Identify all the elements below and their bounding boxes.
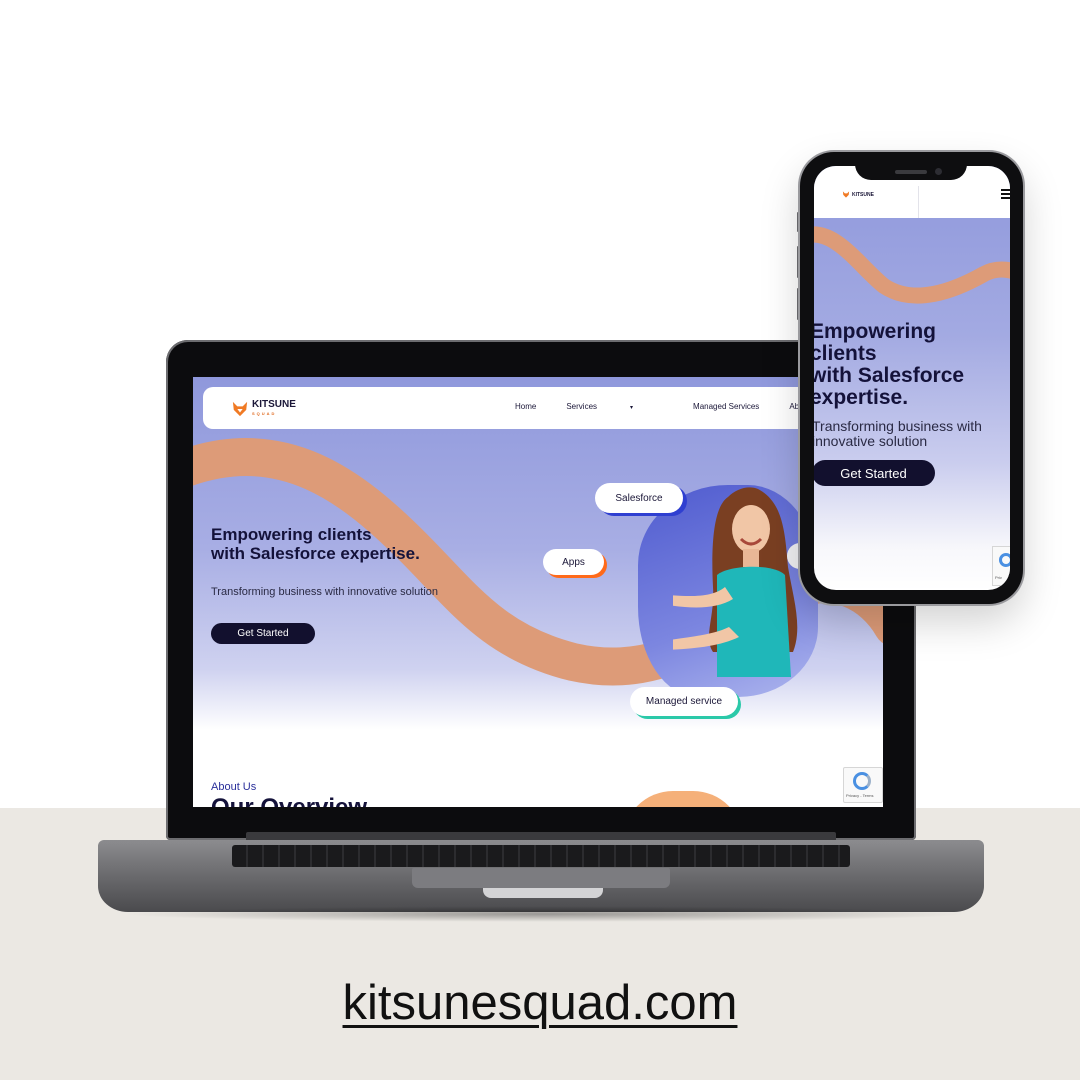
phone-notch [855, 152, 967, 180]
phone-camera [935, 168, 942, 175]
phone-logo[interactable]: KITSUNE [842, 191, 874, 198]
salesforce-pill[interactable]: Salesforce [595, 483, 683, 513]
apps-pill[interactable]: Apps [543, 549, 604, 575]
recaptcha-icon [999, 553, 1010, 567]
laptop-shadow [120, 906, 970, 922]
our-overview-heading: Our Overview [211, 794, 367, 807]
nav-item-services-label: Services [566, 402, 598, 411]
phone-get-started-button[interactable]: Get Started [814, 460, 935, 486]
get-started-button[interactable]: Get Started [211, 623, 315, 644]
nav-item-services[interactable]: Services ▾ [566, 402, 663, 411]
site-navbar: KITSUNE SQUAD Home Services ▾ Managed Ser… [203, 387, 883, 429]
phone-hero-title: Empowering clients with Salesforce exper… [814, 320, 965, 409]
phone-screen: KITSUNE Empowering clients with Salesfor… [814, 166, 1010, 590]
chevron-down-icon: ▾ [630, 405, 634, 411]
recaptcha-terms: Privacy - Terms [846, 793, 874, 798]
about-us-label: About Us [211, 781, 257, 793]
nav-item-managed-services[interactable]: Managed Services [693, 402, 759, 411]
fox-icon [842, 191, 850, 198]
phone-logo-name: KITSUNE [852, 191, 874, 198]
phone-recaptcha-badge[interactable]: Priv [992, 546, 1010, 586]
phone-hero-subtitle: Transforming business with innovative so… [814, 418, 982, 449]
hero-title: Empowering clients with Salesforce exper… [211, 525, 420, 563]
laptop-keyboard [232, 845, 850, 867]
phone-nav-divider [918, 186, 919, 218]
managed-service-pill[interactable]: Managed service [630, 687, 738, 716]
hero-subtitle: Transforming business with innovative so… [211, 586, 439, 598]
fox-icon [232, 401, 248, 417]
recaptcha-badge[interactable]: Privacy - Terms [843, 767, 883, 803]
hamburger-menu-icon[interactable] [1001, 189, 1010, 201]
laptop-opening-notch [483, 888, 603, 898]
laptop-screen: KITSUNE SQUAD Home Services ▾ Managed Ser… [193, 377, 883, 807]
phone-speaker [895, 170, 927, 174]
recaptcha-icon [853, 772, 871, 790]
website-url-link[interactable]: kitsunesquad.com [0, 975, 1080, 1031]
kitsune-logo[interactable]: KITSUNE SQUAD [231, 400, 296, 418]
laptop-front-edge [412, 868, 670, 888]
logo-sub: SQUAD [252, 411, 277, 416]
phone-recaptcha-terms: Priv [995, 575, 1002, 580]
nav-item-home[interactable]: Home [515, 402, 536, 411]
